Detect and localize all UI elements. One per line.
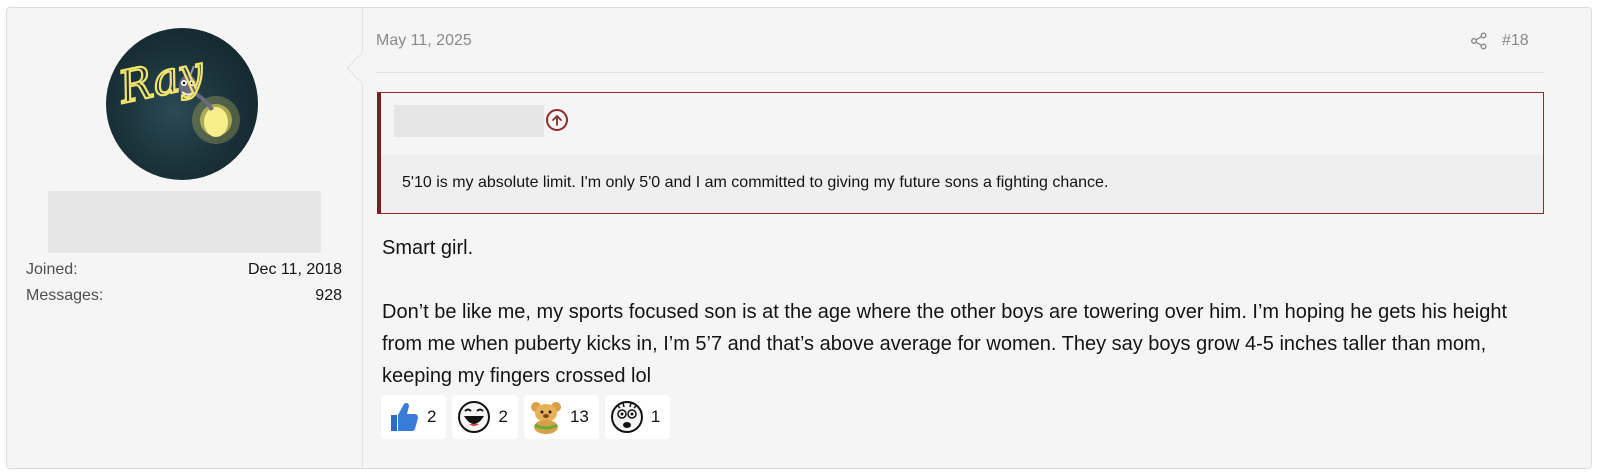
divider <box>376 72 1545 73</box>
reaction-count: 13 <box>569 407 589 426</box>
avatar-script-text: Ray <box>113 46 209 114</box>
username-redacted <box>48 191 321 253</box>
message-content: May 11, 2025 #18 5'10 is my absolute lim… <box>364 8 1591 468</box>
teddy-bear-icon <box>530 402 561 434</box>
laughing-face-icon <box>458 401 491 433</box>
user-sidebar: Ray Joined: Dec 11, 2018 Messages: 928 <box>7 8 363 468</box>
quote-author-redacted[interactable] <box>394 105 544 137</box>
reaction-hug[interactable]: 13 <box>523 395 599 439</box>
stat-messages: Messages: 928 <box>26 285 342 311</box>
user-stats: Joined: Dec 11, 2018 Messages: 928 <box>26 259 342 311</box>
message-paragraph: Don’t be like me, my sports focused son … <box>382 301 1508 387</box>
post: Ray Joined: Dec 11, 2018 Messages: 928 M… <box>6 7 1592 469</box>
share-icon[interactable] <box>1470 32 1488 50</box>
thumbs-up-icon <box>391 402 418 431</box>
stat-label: Joined: <box>26 261 78 278</box>
reaction-shocked[interactable]: 1 <box>604 395 671 439</box>
stat-label: Messages: <box>26 287 104 304</box>
reaction-laugh[interactable]: 2 <box>452 395 518 439</box>
message-paragraph: Smart girl. <box>382 237 474 259</box>
shocked-face-icon <box>610 401 643 433</box>
quote-block: 5'10 is my absolute limit. I'm only 5'0 … <box>377 92 1544 214</box>
reaction-count: 1 <box>650 407 661 426</box>
stat-joined: Joined: Dec 11, 2018 <box>26 259 342 285</box>
reaction-like[interactable]: 2 <box>381 395 447 439</box>
quote-text: 5'10 is my absolute limit. I'm only 5'0 … <box>381 154 1543 213</box>
post-date[interactable]: May 11, 2025 <box>376 32 472 50</box>
stat-value: Dec 11, 2018 <box>248 261 342 278</box>
stat-value[interactable]: 928 <box>315 285 342 311</box>
avatar[interactable]: Ray <box>106 28 258 180</box>
message-body: Smart girl. Don’t be like me, my sports … <box>382 232 1552 392</box>
post-number-link[interactable]: #18 <box>1502 32 1529 50</box>
reaction-count: 2 <box>498 407 508 426</box>
reaction-count: 2 <box>427 407 437 426</box>
reactions-bar: 2 2 13 1 <box>381 395 671 439</box>
quote-jump-up-icon[interactable] <box>546 109 568 131</box>
